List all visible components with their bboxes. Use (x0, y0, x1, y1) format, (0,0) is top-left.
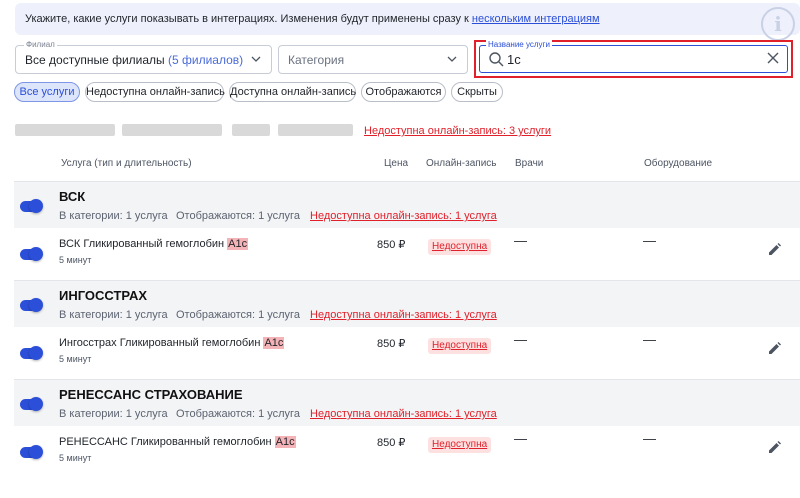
group-toggle[interactable] (20, 298, 43, 312)
service-toggle[interactable] (20, 247, 43, 261)
service-name-text: Ингосстрах Гликированный гемоглобин (59, 337, 264, 349)
branch-select[interactable]: Филиал Все доступные филиалы (5 филиалов… (15, 39, 272, 74)
equipment-value: — (643, 431, 656, 446)
integrations-link[interactable]: нескольким интеграциям (472, 13, 600, 25)
header-online: Онлайн-запись (426, 158, 497, 169)
group-unavailable-link[interactable]: Недоступна онлайн-запись: 1 услуга (310, 210, 497, 222)
header-service: Услуга (тип и длительность) (61, 158, 192, 169)
doctors-value: — (514, 332, 527, 347)
service-duration: 5 минут (59, 255, 92, 265)
chevron-down-icon (251, 56, 261, 62)
chip-hidden[interactable]: Скрыты (451, 82, 503, 102)
chip-shown[interactable]: Отображаются (361, 82, 446, 102)
group-row: ИНГОССТРАХ В категории: 1 услуга Отображ… (14, 280, 800, 327)
group-row: ВСК В категории: 1 услуга Отображаются: … (14, 181, 800, 228)
table-row: Ингосстрах Гликированный гемоглобин A1c … (14, 327, 800, 378)
service-duration: 5 минут (59, 354, 92, 364)
banner-message: Укажите, какие услуги показывать в интег… (25, 13, 472, 25)
group-shown: Отображаются: 1 услуга (176, 210, 300, 222)
chevron-down-icon (447, 56, 457, 62)
search-icon (489, 52, 504, 67)
table-row: РЕНЕССАНС Гликированный гемоглобин A1c 5… (14, 426, 800, 477)
equipment-value: — (643, 233, 656, 248)
chip-online-unavailable[interactable]: Недоступна онлайн-запись (85, 82, 225, 102)
group-unavailable-link[interactable]: Недоступна онлайн-запись: 1 услуга (310, 309, 497, 321)
service-toggle[interactable] (20, 445, 43, 459)
group-name: ИНГОССТРАХ (59, 288, 148, 303)
online-status-badge[interactable]: Недоступна (428, 239, 492, 255)
service-name: РЕНЕССАНС Гликированный гемоглобин A1c (59, 436, 296, 448)
branch-value-text: Все доступные филиалы (25, 53, 165, 67)
search-match-highlight: A1c (227, 238, 249, 250)
info-icon: i (761, 7, 795, 41)
group-name: ВСК (59, 189, 86, 204)
branch-select-label: Филиал (24, 39, 57, 51)
doctors-value: — (514, 233, 527, 248)
service-name: ВСК Гликированный гемоглобин A1c (59, 238, 249, 250)
chip-all-services[interactable]: Все услуги (14, 82, 80, 102)
table-row: ВСК Гликированный гемоглобин A1c 5 минут… (14, 228, 800, 279)
service-price: 850 ₽ (377, 338, 406, 350)
blurred-text (15, 124, 115, 136)
group-toggle[interactable] (20, 199, 43, 213)
search-highlight-frame: Название услуги 1c (474, 39, 793, 78)
group-unavailable-link[interactable]: Недоступна онлайн-запись: 1 услуга (310, 408, 497, 420)
search-label: Название услуги (486, 39, 552, 51)
branch-count: (5 филиалов) (168, 53, 244, 67)
edit-icon[interactable] (768, 441, 781, 454)
group-name: РЕНЕССАНС СТРАХОВАНИЕ (59, 387, 243, 402)
online-status-badge[interactable]: Недоступна (428, 437, 492, 453)
header-price: Цена (384, 158, 409, 169)
group-toggle[interactable] (20, 397, 43, 411)
blurred-text (232, 124, 270, 136)
blurred-text (278, 124, 353, 136)
service-price: 850 ₽ (377, 437, 406, 449)
info-banner: Укажите, какие услуги показывать в интег… (15, 3, 800, 35)
group-in-category: В категории: 1 услуга (59, 408, 168, 420)
unavailable-summary-link[interactable]: Недоступна онлайн-запись: 3 услуги (364, 125, 551, 137)
group-shown: Отображаются: 1 услуга (176, 408, 300, 420)
service-name-text: РЕНЕССАНС Гликированный гемоглобин (59, 436, 275, 448)
group-in-category: В категории: 1 услуга (59, 309, 168, 321)
doctors-value: — (514, 431, 527, 446)
banner-text: Укажите, какие услуги показывать в интег… (25, 13, 600, 25)
category-select[interactable]: Категория (278, 45, 468, 74)
online-status-badge[interactable]: Недоступна (428, 338, 492, 354)
chip-online-available[interactable]: Доступна онлайн-запись (229, 82, 356, 102)
search-match-highlight: A1c (274, 436, 296, 448)
header-doctors: Врачи (515, 158, 544, 169)
category-placeholder: Категория (288, 53, 345, 67)
blurred-text (122, 124, 222, 136)
edit-icon[interactable] (768, 342, 781, 355)
service-search-input[interactable]: Название услуги 1c (479, 39, 788, 73)
service-name-text: ВСК Гликированный гемоглобин (59, 238, 228, 250)
group-shown: Отображаются: 1 услуга (176, 309, 300, 321)
edit-icon[interactable] (768, 243, 781, 256)
equipment-value: — (643, 332, 656, 347)
service-toggle[interactable] (20, 346, 43, 360)
search-value: 1c (507, 52, 521, 67)
service-name: Ингосстрах Гликированный гемоглобин A1c (59, 337, 285, 349)
close-icon[interactable] (767, 52, 779, 64)
service-price: 850 ₽ (377, 239, 406, 251)
service-duration: 5 минут (59, 453, 92, 463)
group-row: РЕНЕССАНС СТРАХОВАНИЕ В категории: 1 усл… (14, 379, 800, 426)
header-equipment: Оборудование (644, 158, 713, 169)
search-match-highlight: A1c (263, 337, 285, 349)
branch-select-value: Все доступные филиалы (5 филиалов) (25, 53, 243, 67)
group-in-category: В категории: 1 услуга (59, 210, 168, 222)
